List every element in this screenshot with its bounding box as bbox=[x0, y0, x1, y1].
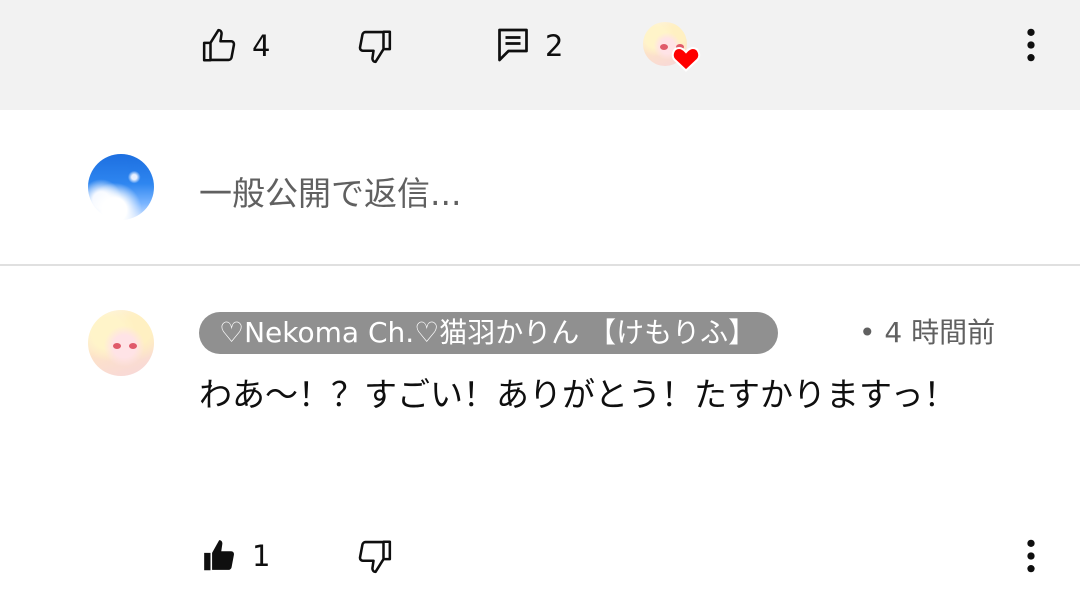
more-vert-icon[interactable] bbox=[1016, 26, 1046, 64]
thumbs-up-icon[interactable] bbox=[201, 537, 239, 575]
reply-author-avatar[interactable] bbox=[88, 310, 154, 376]
reply-input-row[interactable] bbox=[0, 110, 1080, 265]
reply-input[interactable]: 一般公開で返信... bbox=[199, 167, 461, 215]
thumbs-down-icon[interactable] bbox=[355, 27, 393, 65]
like-count: 4 bbox=[252, 29, 271, 63]
reply-comment-text: わあ〜！？すごい！ありがとう！たすかりますっ！ bbox=[199, 375, 957, 414]
reply-count: 2 bbox=[545, 29, 564, 63]
divider bbox=[0, 264, 1080, 266]
comment-icon[interactable] bbox=[495, 25, 531, 65]
reply-like-count: 1 bbox=[252, 539, 271, 573]
more-vert-icon[interactable] bbox=[1016, 537, 1046, 575]
user-avatar bbox=[88, 154, 154, 220]
parent-comment-action-bar: 4 2 bbox=[0, 0, 1080, 110]
thumbs-down-icon[interactable] bbox=[355, 537, 393, 575]
reply-timestamp: • 4 時間前 bbox=[859, 316, 996, 349]
heart-icon bbox=[671, 46, 701, 72]
thumbs-up-icon[interactable] bbox=[201, 27, 239, 65]
reply-author-name[interactable]: ♡Nekoma Ch.♡猫羽かりん 【けもりふ】 bbox=[199, 312, 779, 354]
